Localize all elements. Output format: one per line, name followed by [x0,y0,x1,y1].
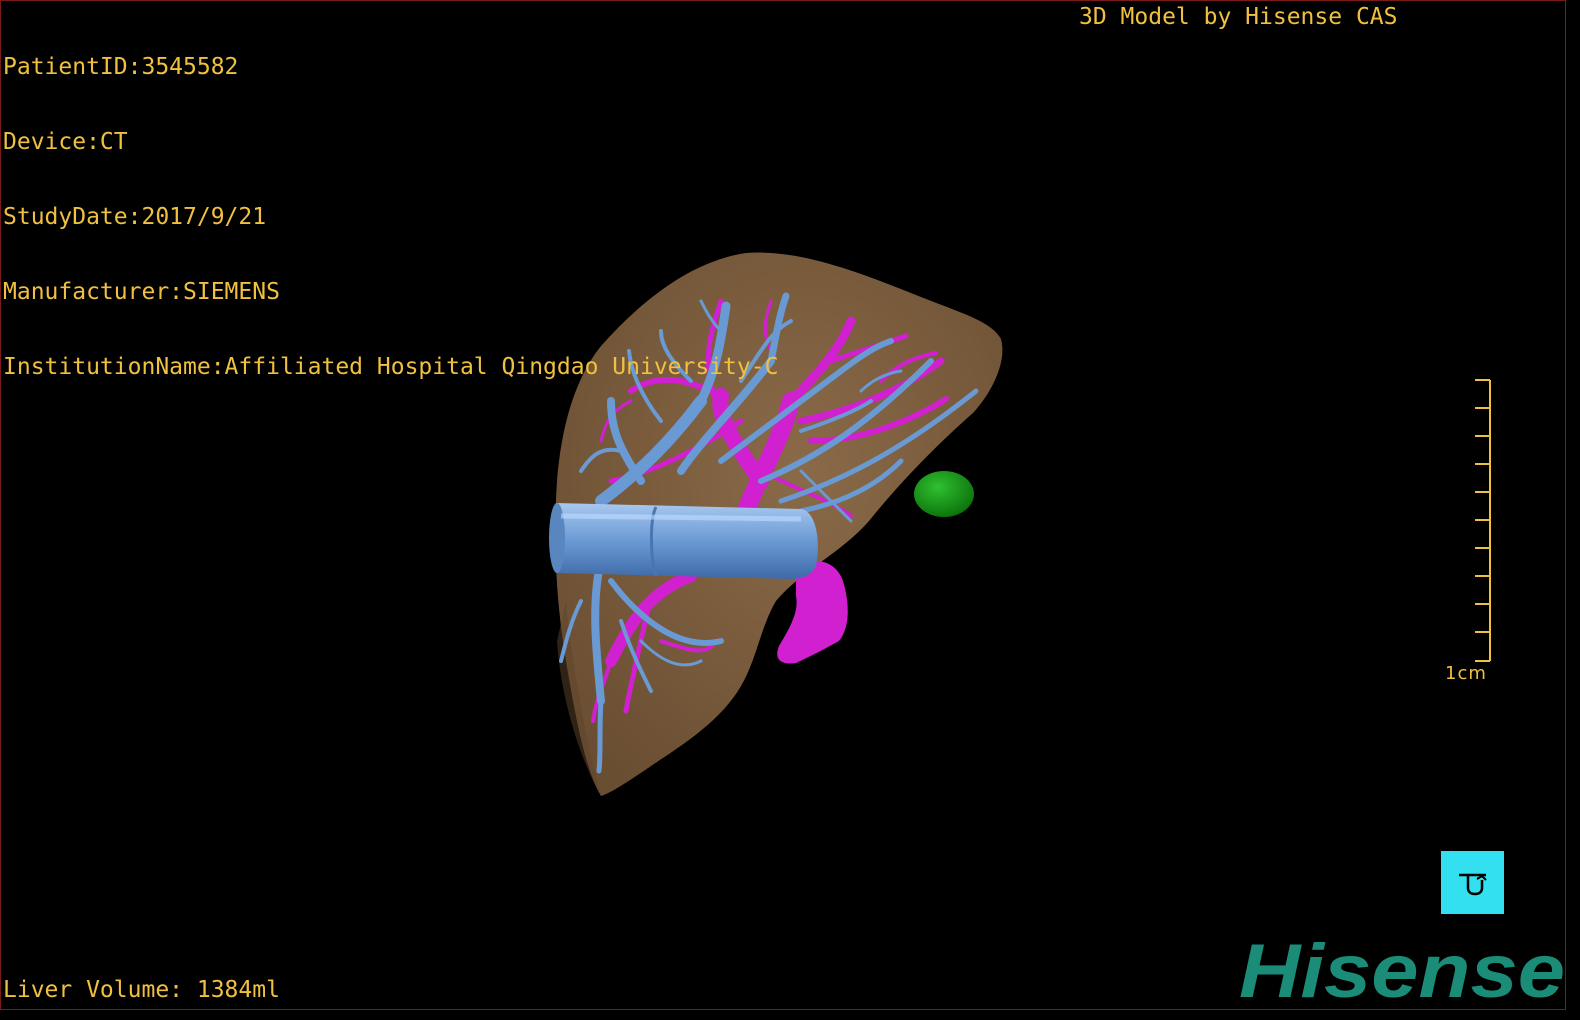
scale-bar-label: 1cm [1445,663,1487,684]
hisense-logo: Hisense [1239,931,1565,1010]
patient-info-overlay: PatientID:3545582 Device:CT StudyDate:20… [3,5,778,430]
tumor [914,471,974,517]
device: Device:CT [3,129,128,155]
manufacturer: Manufacturer:SIEMENS [3,279,280,305]
svg-text:Hisense: Hisense [1239,931,1565,1010]
model-credit: 3D Model by Hisense CAS [1079,4,1398,30]
study-date: StudyDate:2017/9/21 [3,204,267,230]
inferior-vena-cava [549,503,818,579]
reset-view-icon [1458,873,1487,895]
reset-view-button[interactable] [1441,851,1504,914]
liver-volume: Liver Volume: 1384ml [3,977,280,1003]
patient-id: PatientID:3545582 [3,54,239,80]
3d-viewport[interactable]: PatientID:3545582 Device:CT StudyDate:20… [0,0,1566,1010]
institution-name: InstitutionName:Affiliated Hospital Qing… [3,354,779,380]
scale-bar [1475,379,1491,662]
